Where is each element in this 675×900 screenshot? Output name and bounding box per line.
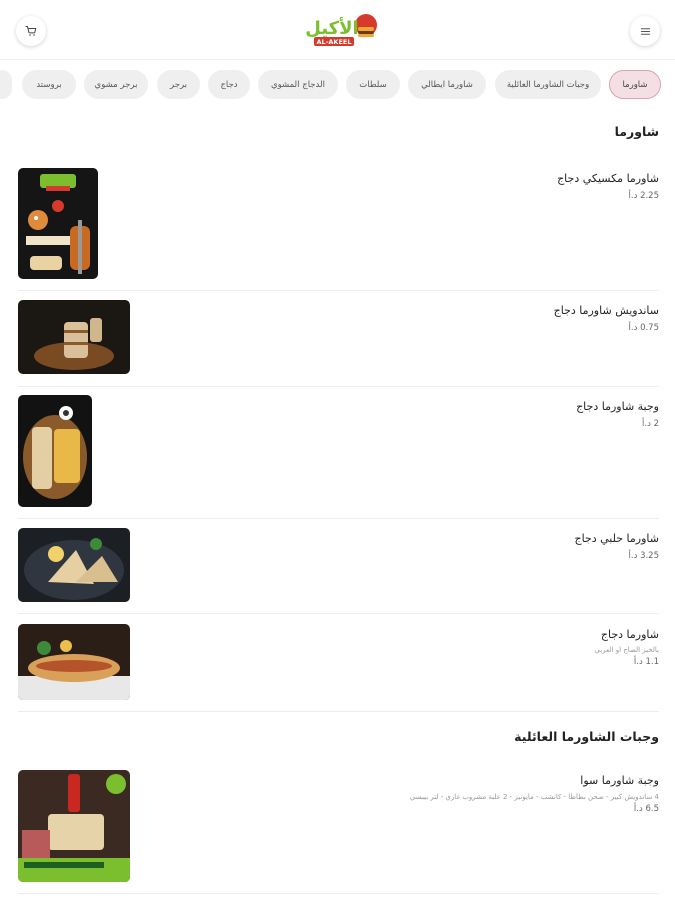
menu-item[interactable]: شاورما دجاج بالخبز الصاج او العربي 1.1 د… xyxy=(0,620,675,708)
app-header: الأكيل AL-AKEEL xyxy=(0,0,675,60)
menu-item[interactable]: وجبة شاورما سوا 4 ساندويش كبير - صحن بطا… xyxy=(0,770,675,890)
hamburger-menu-icon xyxy=(640,27,650,35)
menu-button[interactable] xyxy=(630,16,660,46)
item-name: شاورما دجاج xyxy=(600,628,659,641)
menu-item[interactable]: وجبة شاورما دجاج 2 د.أ xyxy=(0,392,675,512)
item-divider xyxy=(18,518,659,519)
menu-item[interactable]: شاورما حلبي دجاج 3.25 د.أ xyxy=(0,524,675,612)
category-chip-salads[interactable]: سلطات xyxy=(346,70,400,99)
item-image xyxy=(18,395,92,507)
category-chip-grilled-chicken[interactable]: الدجاج المشوي xyxy=(258,70,338,99)
cart-icon xyxy=(25,26,37,36)
item-price: 2 د.أ xyxy=(642,419,659,429)
category-chip-italian-shawarma[interactable]: شاورما ايطالي xyxy=(408,70,486,99)
category-chip-burger[interactable]: برجر xyxy=(157,70,200,99)
svg-text:AL-AKEEL: AL-AKEEL xyxy=(317,38,352,46)
item-name: ساندويش شاورما دجاج xyxy=(553,304,659,317)
item-price: 2.25 د.أ xyxy=(628,191,660,201)
section-title-shawarma: شاورما xyxy=(614,124,659,139)
category-chip-chicken[interactable]: دجاج xyxy=(208,70,250,99)
item-description: 4 ساندويش كبير - صحن بطاطا - كاتشب - ماي… xyxy=(409,793,659,801)
category-chip-more[interactable] xyxy=(0,70,12,99)
menu-item[interactable]: ساندويش شاورما دجاج 0.75 د.أ xyxy=(0,296,675,384)
category-chip-grilled-burger[interactable]: برجر مشوي xyxy=(84,70,148,99)
item-divider xyxy=(18,893,659,894)
category-tabs: شاورما وجبات الشاورما العائلية شاورما اي… xyxy=(0,70,675,102)
item-image xyxy=(18,770,130,882)
item-image xyxy=(18,528,130,602)
category-chip-shawarma[interactable]: شاورما xyxy=(609,70,661,99)
item-name: وجبة شاورما سوا xyxy=(580,774,659,787)
item-price: 0.75 د.أ xyxy=(628,323,660,333)
item-description: بالخبز الصاج او العربي xyxy=(594,646,659,654)
section-title-family-meals: وجبات الشاورما العائلية xyxy=(514,729,659,744)
cart-button[interactable] xyxy=(16,16,46,46)
item-divider xyxy=(18,613,659,614)
item-price: 6.5 د.أ xyxy=(633,804,659,814)
item-name: شاورما مكسيكي دجاج xyxy=(557,172,659,185)
item-image xyxy=(18,624,130,700)
item-price: 3.25 د.أ xyxy=(628,551,660,561)
item-image xyxy=(18,300,130,374)
item-name: شاورما حلبي دجاج xyxy=(574,532,659,545)
item-name: وجبة شاورما دجاج xyxy=(576,400,659,413)
item-divider xyxy=(18,711,659,712)
svg-text:الأكيل: الأكيل xyxy=(305,17,358,39)
category-chip-broasted[interactable]: بروستد xyxy=(22,70,76,99)
item-price: 1.1 د.أ xyxy=(633,657,659,667)
item-divider xyxy=(18,386,659,387)
item-divider xyxy=(18,290,659,291)
brand-logo[interactable]: الأكيل AL-AKEEL xyxy=(298,8,380,50)
item-image xyxy=(18,168,98,279)
category-chip-family-meals[interactable]: وجبات الشاورما العائلية xyxy=(495,70,601,99)
menu-item[interactable]: شاورما مكسيكي دجاج 2.25 د.أ xyxy=(0,165,675,285)
